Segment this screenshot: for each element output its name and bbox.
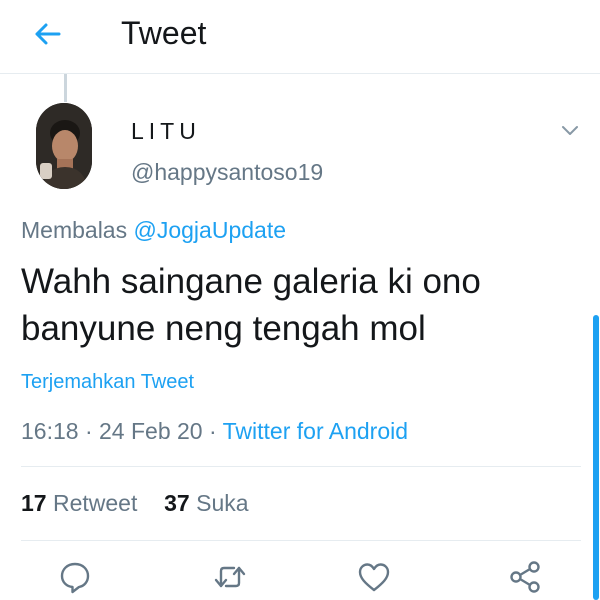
likes-label: Suka: [196, 490, 249, 516]
translate-tweet-link[interactable]: Terjemahkan Tweet: [21, 371, 194, 394]
tweet-text-line: Wahh saingane galeria ki ono: [21, 262, 481, 301]
chevron-down-icon[interactable]: [558, 118, 582, 142]
tweet-text: Wahh saingane galeria ki ono banyune nen…: [21, 258, 581, 352]
author-handle[interactable]: @happysantoso19: [131, 159, 323, 186]
thread-connector-line: [64, 74, 67, 102]
top-bar: Tweet: [0, 0, 600, 74]
meta-separator: ·: [84, 418, 93, 444]
tweet-date: 24 Feb 20: [99, 418, 203, 444]
retweet-icon[interactable]: [212, 559, 248, 595]
retweets-label: Retweet: [52, 490, 138, 516]
arrow-left-icon[interactable]: [28, 14, 68, 54]
tweet-stats: 17 Retweet 37 Suka: [21, 490, 249, 517]
scrollbar[interactable]: [593, 315, 599, 600]
reply-icon[interactable]: [57, 559, 93, 595]
tweet-meta: 16:18 · 24 Feb 20 · Twitter for Android: [21, 418, 408, 445]
avatar[interactable]: [36, 103, 92, 189]
page-title: Tweet: [121, 15, 207, 51]
share-icon[interactable]: [507, 559, 543, 595]
tweet-client-link[interactable]: Twitter for Android: [223, 418, 408, 444]
meta-separator: ·: [209, 418, 217, 444]
avatar-photo: [36, 103, 92, 189]
reply-context: Membalas @JogjaUpdate: [21, 217, 286, 244]
author-display-name[interactable]: LITU: [131, 118, 201, 145]
divider: [21, 466, 581, 467]
retweets-count: 17: [21, 490, 47, 516]
reply-to-link[interactable]: @JogjaUpdate: [134, 217, 287, 243]
likes-stat[interactable]: 37 Suka: [164, 490, 248, 516]
likes-count: 37: [164, 490, 190, 516]
retweets-stat[interactable]: 17 Retweet: [21, 490, 137, 516]
divider: [21, 540, 581, 541]
like-icon[interactable]: [356, 559, 392, 595]
tweet-text-line: banyune neng tengah mol: [21, 309, 426, 348]
tweet-time: 16:18: [21, 418, 79, 444]
reply-prefix: Membalas: [21, 217, 128, 243]
